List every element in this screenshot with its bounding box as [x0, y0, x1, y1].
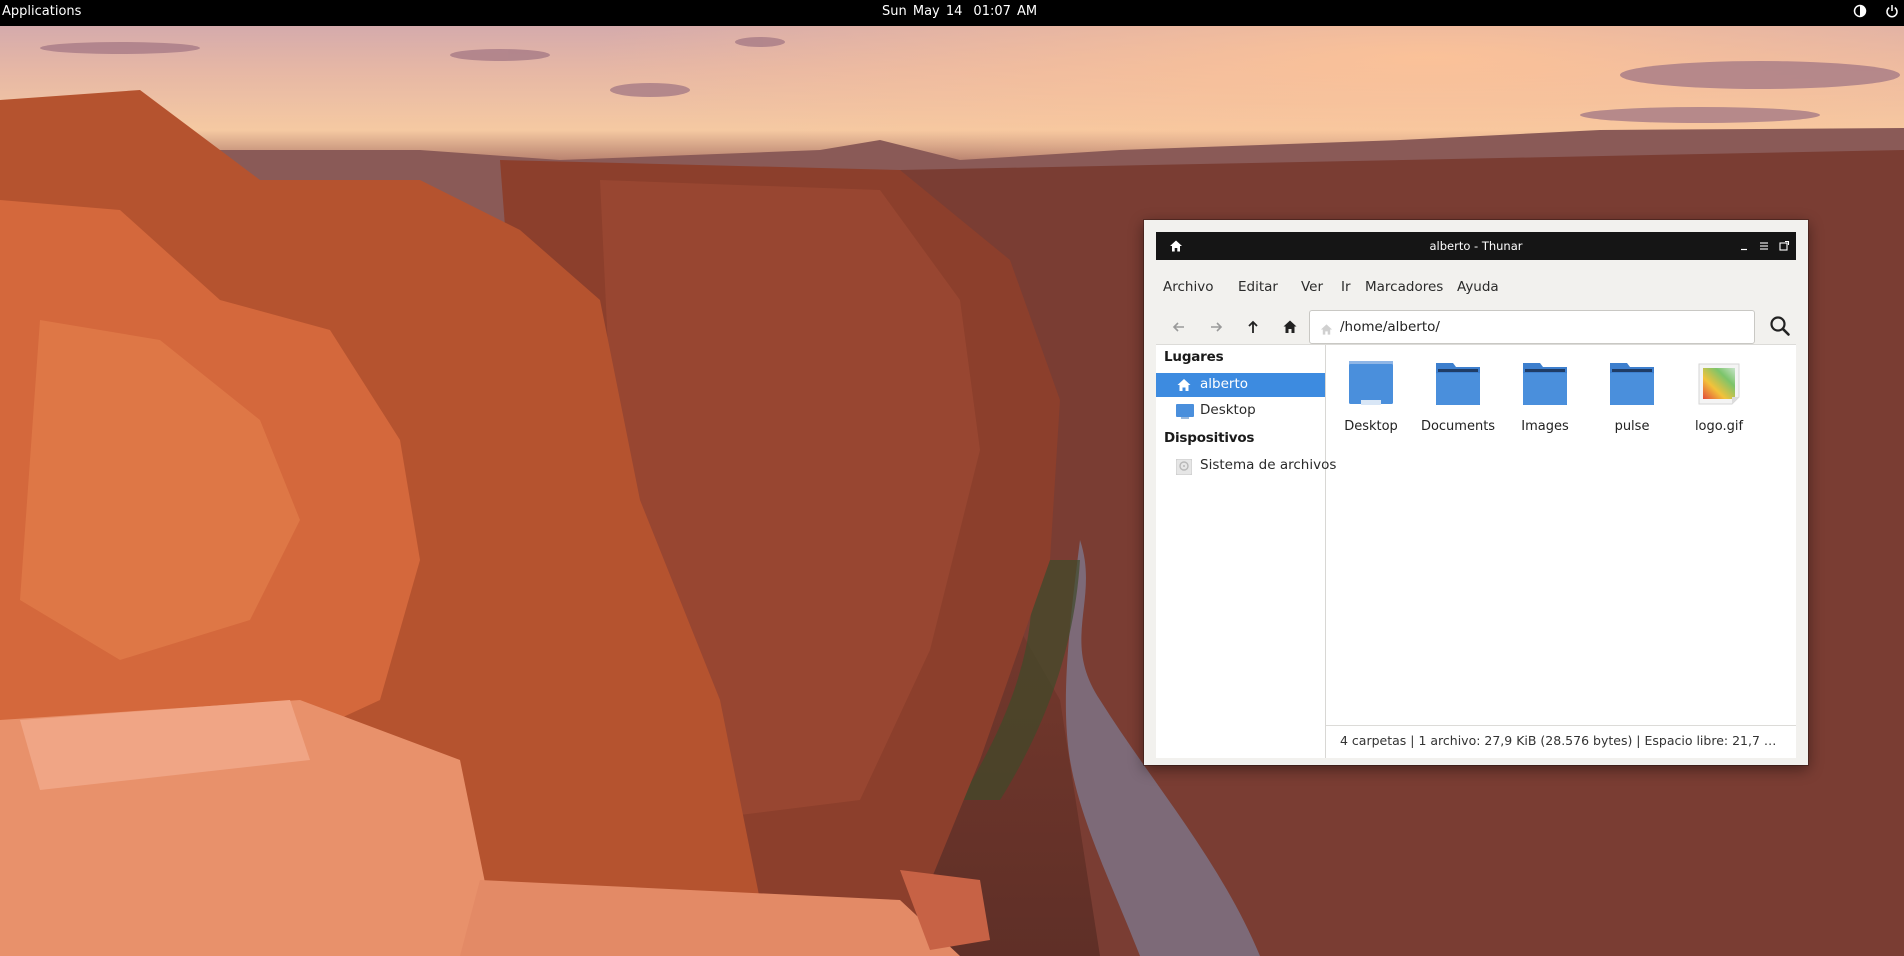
menu-marcadores[interactable]: Marcadores	[1365, 277, 1443, 297]
menu-ayuda[interactable]: Ayuda	[1457, 277, 1499, 297]
sidebar-item-filesystem[interactable]: Sistema de archivos	[1156, 454, 1336, 478]
window-title: alberto - Thunar	[1429, 239, 1523, 253]
file-name: Images	[1521, 419, 1569, 434]
sidebar-item-desktop[interactable]: Desktop	[1156, 399, 1325, 423]
forward-arrow-icon[interactable]	[1205, 316, 1227, 338]
desktop-icon	[1176, 404, 1194, 419]
contrast-icon[interactable]	[1853, 4, 1867, 18]
status-text: 4 carpetas | 1 archivo: 27,9 KiB (28.576…	[1340, 733, 1780, 748]
power-icon[interactable]	[1885, 4, 1899, 18]
menu-ver[interactable]: Ver	[1301, 277, 1323, 297]
menu-archivo[interactable]: Archivo	[1163, 277, 1213, 297]
home-icon	[1320, 321, 1333, 335]
folder-icon	[1522, 359, 1568, 409]
home-icon	[1176, 378, 1192, 392]
location-bar[interactable]	[1309, 310, 1755, 344]
maximize-icon[interactable]	[1778, 240, 1790, 252]
file-item-images[interactable]: Images	[1502, 359, 1588, 439]
home-icon[interactable]	[1279, 316, 1301, 338]
menu-editar[interactable]: Editar	[1238, 277, 1278, 297]
clock-time: 01:07 AM	[973, 4, 1038, 19]
file-item-desktop[interactable]: Desktop	[1328, 359, 1414, 439]
sidebar-item-alberto[interactable]: alberto	[1156, 373, 1325, 397]
file-item-logo-gif[interactable]: logo.gif	[1676, 359, 1762, 439]
drive-icon	[1175, 458, 1193, 476]
sidebar-item-label: Desktop	[1200, 402, 1256, 418]
clock-date: Sun May 14	[882, 4, 963, 19]
thunar-window: alberto - Thunar Archivo Editar Ver Ir M…	[1144, 220, 1808, 765]
location-input[interactable]	[1340, 317, 1740, 337]
places-heading: Lugares	[1164, 349, 1224, 365]
panel-clock[interactable]: Sun May 14 01:07 AM	[882, 0, 1037, 23]
top-panel: Applications Sun May 14 01:07 AM	[0, 0, 1904, 26]
window-titlebar[interactable]: alberto - Thunar	[1156, 232, 1796, 260]
up-arrow-icon[interactable]	[1242, 316, 1264, 338]
desktop-folder-icon	[1348, 359, 1394, 409]
sidebar-item-label: Sistema de archivos	[1200, 457, 1337, 473]
back-arrow-icon[interactable]	[1168, 316, 1190, 338]
file-name: logo.gif	[1694, 419, 1744, 434]
image-file-icon	[1696, 359, 1742, 409]
file-name: pulse	[1614, 419, 1650, 434]
file-name: Documents	[1420, 419, 1496, 434]
sidebar: Lugares alberto Desktop Dispositivos Sis…	[1156, 345, 1336, 758]
search-icon[interactable]	[1768, 314, 1792, 338]
sidebar-item-label: alberto	[1200, 376, 1249, 392]
location-toolbar	[1156, 308, 1796, 348]
menu-icon[interactable]	[1758, 240, 1770, 252]
status-bar: 4 carpetas | 1 archivo: 27,9 KiB (28.576…	[1326, 725, 1796, 758]
file-name: Desktop	[1344, 419, 1398, 434]
applications-menu[interactable]: Applications	[2, 0, 81, 23]
file-item-documents[interactable]: Documents	[1415, 359, 1501, 439]
file-view[interactable]: Desktop Documents Images pulse logo.gif	[1326, 345, 1796, 725]
menu-ir[interactable]: Ir	[1341, 277, 1351, 297]
content-area: Lugares alberto Desktop Dispositivos Sis…	[1156, 344, 1796, 758]
file-item-pulse[interactable]: pulse	[1589, 359, 1675, 439]
devices-heading: Dispositivos	[1164, 430, 1255, 446]
minimize-icon[interactable]	[1738, 240, 1750, 252]
folder-icon	[1609, 359, 1655, 409]
folder-icon	[1435, 359, 1481, 409]
